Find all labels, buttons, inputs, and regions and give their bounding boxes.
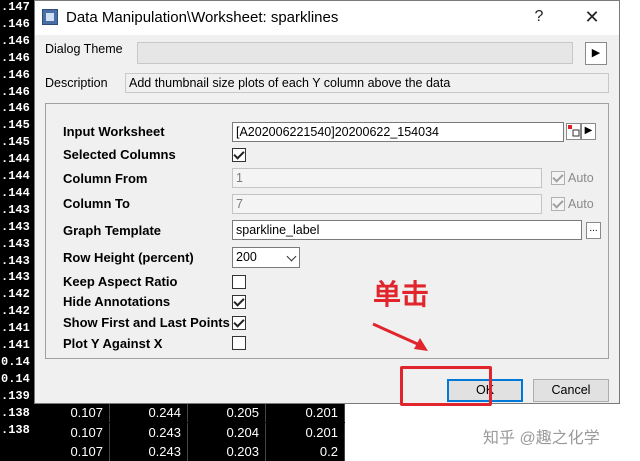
worksheet-cell: .141	[1, 321, 30, 336]
input-worksheet-field[interactable]: [A202006221540]20200622_154034	[232, 122, 564, 142]
ok-highlight-box	[400, 366, 492, 406]
column-from-label: Column From	[63, 171, 148, 186]
chevron-down-icon	[286, 251, 297, 262]
worksheet-cell: 0.244	[110, 403, 188, 422]
table-row: 0.107 0.244 0.205 0.201	[34, 403, 345, 422]
input-worksheet-arrow-button[interactable]: ▶	[581, 123, 596, 140]
show-first-last-label: Show First and Last Points	[63, 315, 230, 330]
settings-panel: Input Worksheet [A202006221540]20200622_…	[45, 103, 609, 359]
close-button[interactable]: ✕	[580, 5, 604, 29]
app-icon	[42, 9, 58, 25]
worksheet-cell: .138	[1, 405, 30, 420]
worksheet-cell: .142	[1, 304, 30, 319]
input-worksheet-label: Input Worksheet	[63, 124, 165, 139]
worksheet-cell: .141	[1, 338, 30, 352]
sparklines-dialog: Data Manipulation\Worksheet: sparklines …	[34, 0, 620, 404]
worksheet-cell: 0.243	[110, 442, 188, 461]
worksheet-cell: .146	[1, 16, 30, 31]
worksheet-cell: .145	[1, 118, 30, 133]
plot-y-against-x-label: Plot Y Against X	[63, 336, 163, 351]
worksheet-cell: 0.107	[34, 442, 110, 461]
help-button[interactable]: ?	[529, 7, 549, 27]
row-height-select[interactable]: 200	[232, 247, 300, 268]
selected-columns-label: Selected Columns	[63, 147, 176, 162]
worksheet-cell: .143	[1, 236, 30, 251]
worksheet-cell: 0.205	[188, 403, 266, 422]
worksheet-cell: .143	[1, 253, 30, 268]
hide-annotations-label: Hide Annotations	[63, 294, 171, 309]
dialog-theme-field[interactable]	[137, 42, 573, 64]
worksheet-cell: .144	[1, 169, 30, 183]
column-from-field[interactable]: 1	[232, 168, 542, 188]
keep-aspect-ratio-label: Keep Aspect Ratio	[63, 274, 178, 289]
table-row: 0.107 0.243 0.204 0.201	[34, 422, 345, 442]
column-from-auto-label: Auto	[568, 171, 594, 185]
column-from-auto-checkbox[interactable]	[551, 171, 565, 185]
description-label: Description	[45, 76, 108, 90]
worksheet-cell: .143	[1, 270, 30, 285]
column-to-auto-label: Auto	[568, 197, 594, 211]
row-height-label: Row Height (percent)	[63, 250, 194, 265]
column-to-label: Column To	[63, 196, 130, 211]
dialog-theme-label: Dialog Theme	[45, 42, 123, 56]
title-bar[interactable]: Data Manipulation\Worksheet: sparklines …	[35, 1, 619, 35]
worksheet-cell: 0.2	[266, 442, 345, 461]
keep-aspect-ratio-checkbox[interactable]	[232, 275, 246, 289]
selected-columns-checkbox[interactable]	[232, 148, 246, 162]
worksheet-cell: 0.107	[34, 422, 110, 442]
table-row: 0.107 0.243 0.203 0.2	[34, 442, 345, 461]
plot-y-against-x-checkbox[interactable]	[232, 336, 246, 350]
worksheet-cell: .138	[1, 422, 30, 437]
worksheet-cell: .146	[1, 101, 30, 116]
annotation-text: 单击	[373, 278, 430, 311]
watermark: 知乎 @趣之化学	[483, 430, 600, 447]
worksheet-cell: 0.203	[188, 442, 266, 461]
worksheet-cell: .143	[1, 202, 30, 217]
worksheet-cell: .146	[1, 33, 30, 48]
worksheet-cell: .146	[1, 50, 30, 65]
row-height-value: 200	[236, 250, 257, 264]
worksheet-cell: 0.201	[266, 403, 345, 422]
worksheet-cell: 0.107	[34, 403, 110, 422]
worksheet-cell: .146	[1, 67, 30, 82]
dialog-theme-arrow-button[interactable]: ▶	[585, 42, 607, 65]
show-first-last-checkbox[interactable]	[232, 316, 246, 330]
worksheet-cell: 0.243	[110, 422, 188, 442]
worksheet-cell: 0.14	[1, 371, 30, 386]
worksheet-cell: .142	[1, 287, 30, 302]
worksheet-cell: .139	[1, 388, 30, 403]
hide-annotations-checkbox[interactable]	[232, 295, 246, 309]
annotation-arrow-icon	[372, 322, 428, 351]
dialog-title: Data Manipulation\Worksheet: sparklines	[66, 9, 339, 26]
worksheet-cell: 0.14	[1, 354, 30, 369]
worksheet-cell: .145	[1, 135, 30, 150]
worksheet-cell: .146	[1, 84, 30, 99]
cancel-button[interactable]: Cancel	[533, 379, 609, 402]
graph-template-label: Graph Template	[63, 223, 162, 238]
worksheet-cell: .144	[1, 152, 30, 167]
worksheet-cell: 0.201	[266, 422, 345, 442]
worksheet-cell: 0.204	[188, 422, 266, 442]
graph-template-field[interactable]: sparkline_label	[232, 220, 582, 240]
worksheet-cell: .147	[1, 0, 30, 14]
worksheet-left-column: .147 .146 .146 .146 .146 .146 .146 .145 .145 .144…	[0, 0, 34, 461]
range-select-icon[interactable]	[566, 123, 581, 140]
column-to-field[interactable]: 7	[232, 194, 542, 214]
graph-template-browse-button[interactable]: ...	[586, 222, 601, 239]
description-text: Add thumbnail size plots of each Y colum…	[125, 73, 609, 93]
worksheet-cell: .144	[1, 185, 30, 200]
worksheet-cell: .143	[1, 219, 30, 234]
column-to-auto-checkbox[interactable]	[551, 197, 565, 211]
